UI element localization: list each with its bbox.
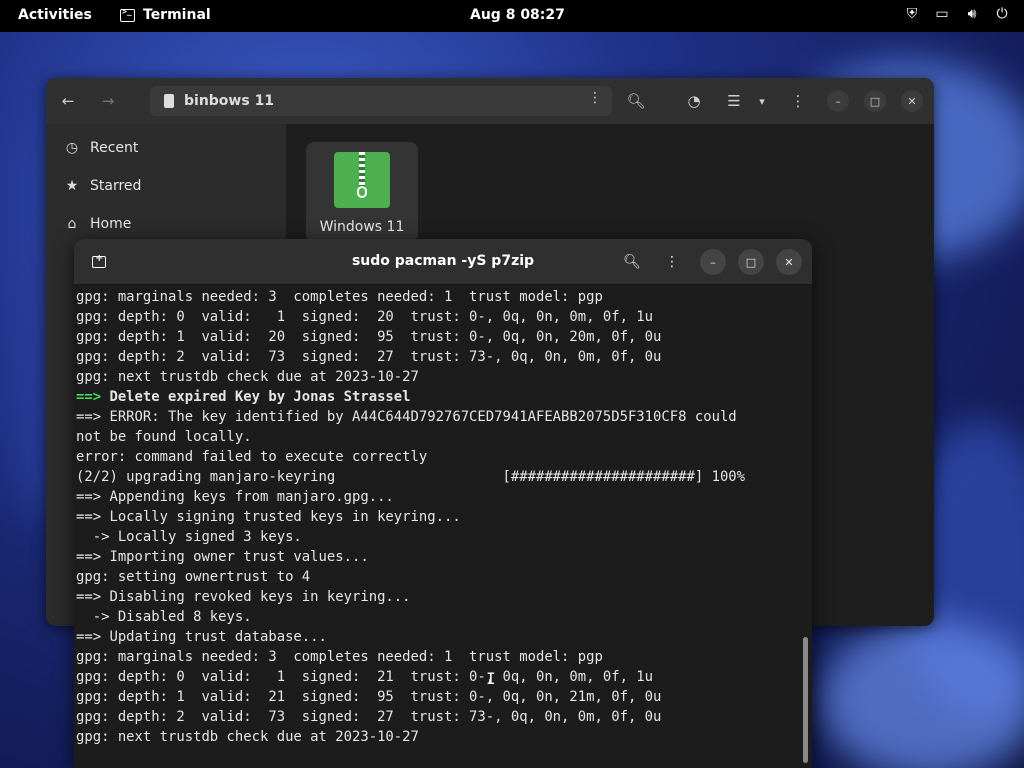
terminal-line: gpg: depth: 2 valid: 73 signed: 27 trust… [76,707,796,727]
terminal-line-text: gpg: marginals needed: 3 completes neede… [76,649,603,665]
power-icon[interactable]: ⏻ [994,6,1010,22]
terminal-line-text: ==> Importing owner trust values... [76,549,369,565]
terminal-line-text: -> Locally signed 3 keys. [76,529,302,545]
terminal-line-text: (2/2) upgrading manjaro-keyring [#######… [76,469,746,485]
shield-icon[interactable]: ⛨ [904,6,920,22]
terminal-line-text: Delete expired Key by Jonas Strassel [109,389,411,405]
close-icon[interactable]: ✕ [776,249,802,275]
prompt-arrow: ==> [76,389,110,405]
star-icon: ★ [65,178,79,194]
home-icon: ⌂ [67,216,77,232]
terminal-line: error: command failed to execute correct… [76,447,796,467]
back-arrow-icon[interactable]: ← [54,87,82,115]
close-icon[interactable]: ✕ [901,90,923,112]
terminal-line-text: gpg: depth: 2 valid: 73 signed: 27 trust… [76,709,662,725]
scrollbar[interactable] [803,637,808,763]
minimize-icon[interactable]: – [827,90,849,112]
terminal-line: (2/2) upgrading manjaro-keyring [#######… [76,467,796,487]
terminal-line-text: not be found locally. [76,429,252,445]
search-icon[interactable]: 🔍︎ [622,87,650,115]
disk-usage-icon[interactable]: ◔ [680,87,708,115]
maximize-icon[interactable]: □ [738,249,764,275]
terminal-line-text: gpg: depth: 0 valid: 1 signed: 20 trust:… [76,309,654,325]
terminal-line-text: error: command failed to execute correct… [76,449,428,465]
path-label: binbows 11 [184,93,275,109]
clock[interactable]: Aug 8 08:27 [470,7,565,23]
terminal-line: -> Disabled 8 keys. [76,607,796,627]
terminal-line: gpg: depth: 0 valid: 1 signed: 21 trust:… [76,667,796,687]
terminal-line: ==> ERROR: The key identified by A44C644… [76,407,796,427]
activities-button[interactable]: Activities [18,7,92,23]
terminal-line-text: ==> Disabling revoked keys in keyring... [76,589,411,605]
sidebar-item-label: Recent [90,140,139,156]
terminal-icon [120,7,135,22]
terminal-window: sudo pacman -yS p7zip 🔍︎ ⋮ – □ ✕ gpg: ma… [74,239,812,768]
list-view-icon[interactable]: ☰ [720,87,748,115]
terminal-line: ==> Appending keys from manjaro.gpg... [76,487,796,507]
terminal-line-text: ==> ERROR: The key identified by A44C644… [76,409,737,425]
text-cursor-icon: I [486,669,496,688]
files-headerbar: ← → binbows 11 ⋮ 🔍︎ ◔ ☰ ▾ ⋮ – □ ✕ [46,78,934,124]
top-bar: Activities Terminal Aug 8 08:27 ⛨ ▭ 🔊︎ ⏻ [0,0,1024,32]
terminal-line-text: ==> Updating trust database... [76,629,327,645]
app-menu[interactable]: Terminal [120,7,211,23]
network-icon[interactable]: ▭ [934,6,950,22]
terminal-line: -> Locally signed 3 keys. [76,527,796,547]
terminal-line: gpg: depth: 1 valid: 20 signed: 95 trust… [76,327,796,347]
terminal-line-text: ==> Appending keys from manjaro.gpg... [76,489,394,505]
terminal-line-text: gpg: setting ownertrust to 4 [76,569,311,585]
archive-icon [334,152,390,208]
sidebar-item-label: Starred [90,178,142,194]
terminal-line-text: -> Disabled 8 keys. [76,609,252,625]
terminal-line: ==> Disabling revoked keys in keyring... [76,587,796,607]
terminal-line: gpg: depth: 2 valid: 73 signed: 27 trust… [76,347,796,367]
system-tray[interactable]: ⛨ ▭ 🔊︎ ⏻ [904,6,1010,22]
terminal-line-text: gpg: depth: 1 valid: 21 signed: 95 trust… [76,689,662,705]
terminal-line-text: gpg: depth: 1 valid: 20 signed: 95 trust… [76,329,662,345]
terminal-line-text: gpg: marginals needed: 3 completes neede… [76,289,603,305]
sidebar-item-recent[interactable]: ◷ Recent [64,140,139,156]
terminal-line: gpg: next trustdb check due at 2023-10-2… [76,727,796,747]
path-menu-icon[interactable]: ⋮ [588,90,602,106]
clock-icon: ◷ [65,140,79,156]
terminal-line: gpg: depth: 1 valid: 21 signed: 95 trust… [76,687,796,707]
maximize-icon[interactable]: □ [864,90,886,112]
path-bar[interactable]: binbows 11 ⋮ [150,86,612,116]
terminal-output[interactable]: gpg: marginals needed: 3 completes neede… [76,287,796,747]
terminal-line-text: gpg: next trustdb check due at 2023-10-2… [76,369,419,385]
terminal-line: gpg: depth: 0 valid: 1 signed: 20 trust:… [76,307,796,327]
terminal-headerbar: sudo pacman -yS p7zip 🔍︎ ⋮ – □ ✕ [74,239,812,285]
sidebar-item-home[interactable]: ⌂ Home [64,216,132,232]
terminal-line: gpg: marginals needed: 3 completes neede… [76,647,796,667]
file-name: Windows 11 [319,219,405,235]
menu-icon[interactable]: ⋮ [659,249,685,275]
chevron-down-icon[interactable]: ▾ [748,87,776,115]
sidebar-item-label: Home [90,216,132,232]
menu-icon[interactable]: ⋮ [784,87,812,115]
search-icon[interactable]: 🔍︎ [619,249,645,275]
terminal-line: ==> Delete expired Key by Jonas Strassel [76,387,796,407]
terminal-line: gpg: setting ownertrust to 4 [76,567,796,587]
terminal-line: ==> Updating trust database... [76,627,796,647]
minimize-icon[interactable]: – [700,249,726,275]
terminal-line: ==> Importing owner trust values... [76,547,796,567]
terminal-line: gpg: next trustdb check due at 2023-10-2… [76,367,796,387]
terminal-line-text: gpg: next trustdb check due at 2023-10-2… [76,729,419,745]
sidebar-item-starred[interactable]: ★ Starred [64,178,142,194]
file-item[interactable]: Windows 11 [306,142,418,242]
terminal-line-text: ==> Locally signing trusted keys in keyr… [76,509,461,525]
terminal-line: not be found locally. [76,427,796,447]
app-name: Terminal [143,7,211,23]
drive-icon [164,94,174,108]
terminal-line-text: gpg: depth: 0 valid: 1 signed: 21 trust:… [76,669,654,685]
volume-icon[interactable]: 🔊︎ [964,6,980,22]
forward-arrow-icon[interactable]: → [94,87,122,115]
terminal-line: ==> Locally signing trusted keys in keyr… [76,507,796,527]
terminal-line-text: gpg: depth: 2 valid: 73 signed: 27 trust… [76,349,662,365]
terminal-line: gpg: marginals needed: 3 completes neede… [76,287,796,307]
